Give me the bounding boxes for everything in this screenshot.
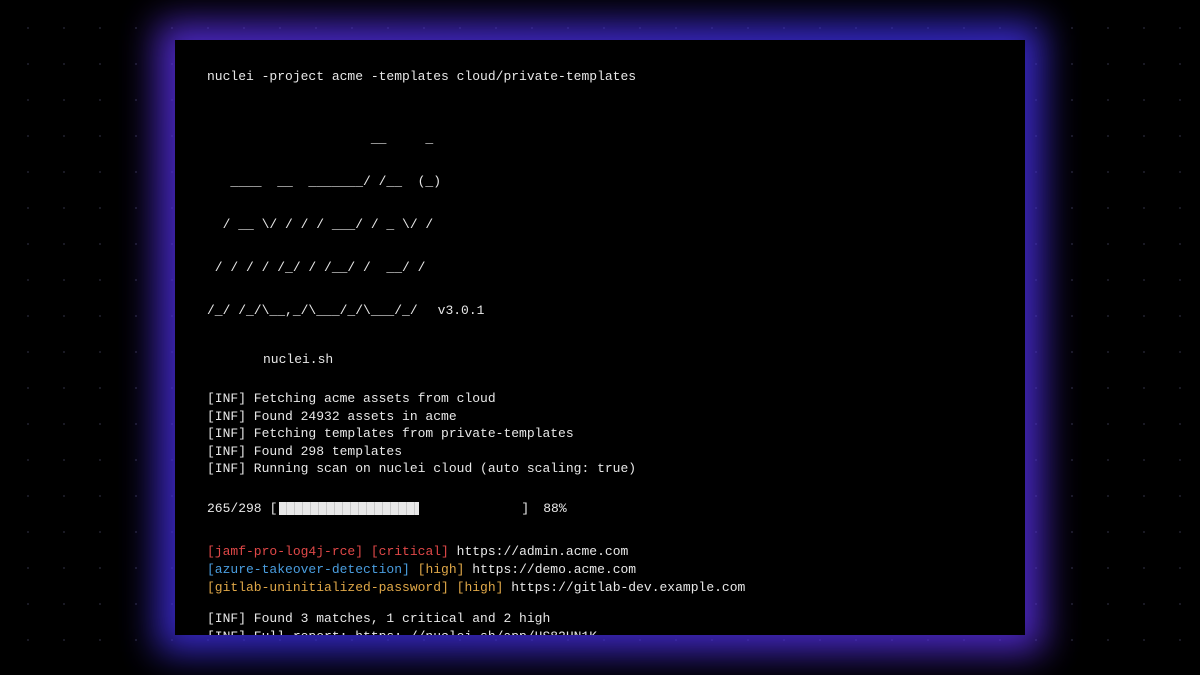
terminal-window: nuclei -project acme -templates cloud/pr…: [175, 40, 1025, 635]
finding-url: https://gitlab-dev.example.com: [511, 580, 745, 595]
progress-track: [279, 502, 519, 515]
log-block: [INF] Fetching acme assets from cloud [I…: [207, 390, 993, 478]
log-line: [INF] Fetching acme assets from cloud: [207, 390, 993, 408]
finding-line: [gitlab-uninitialized-password] [high] h…: [207, 579, 993, 597]
command-line: nuclei -project acme -templates cloud/pr…: [207, 68, 993, 86]
log-line: [INF] Found 298 templates: [207, 443, 993, 461]
ascii-line: /_/ /_/\__,_/\___/_/\___/_/: [207, 304, 418, 318]
subtitle: nuclei.sh: [207, 351, 993, 369]
ascii-line: __ _: [207, 132, 993, 146]
log-line: [INF] Running scan on nuclei cloud (auto…: [207, 460, 993, 478]
tail-line: [INF] Found 3 matches, 1 critical and 2 …: [207, 610, 993, 628]
finding-severity: [high]: [457, 580, 504, 595]
tail-block: [INF] Found 3 matches, 1 critical and 2 …: [207, 610, 993, 635]
log-line: [INF] Found 24932 assets in acme: [207, 408, 993, 426]
ascii-line: ____ __ _______/ /__ (_): [207, 175, 993, 189]
ascii-banner: __ _ ____ __ _______/ /__ (_) / __ \/ / …: [207, 104, 993, 347]
version-label: v3.0.1: [438, 304, 485, 318]
progress-bar: [ ]: [270, 500, 530, 518]
finding-template: [jamf-pro-log4j-rce]: [207, 544, 363, 559]
log-line: [INF] Fetching templates from private-te…: [207, 425, 993, 443]
finding-url: https://demo.acme.com: [472, 562, 636, 577]
terminal-body[interactable]: nuclei -project acme -templates cloud/pr…: [175, 40, 1025, 635]
finding-template: [azure-takeover-detection]: [207, 562, 410, 577]
findings-block: [jamf-pro-log4j-rce] [critical] https://…: [207, 543, 993, 596]
tail-line: [INF] Full report: https: //nuclei.sh/ap…: [207, 628, 993, 635]
bracket-close: ]: [521, 500, 529, 518]
bracket-open: [: [270, 500, 278, 518]
progress-percent: 88%: [543, 500, 566, 518]
ascii-line: / __ \/ / / / ___/ / _ \/ /: [207, 218, 993, 232]
finding-url: https://admin.acme.com: [457, 544, 629, 559]
progress-fill: [279, 502, 418, 515]
ascii-line: / / / / /_/ / /__/ / __/ /: [207, 261, 993, 275]
progress-row: 265/298 [ ] 88%: [207, 500, 993, 518]
finding-severity: [critical]: [371, 544, 449, 559]
finding-line: [jamf-pro-log4j-rce] [critical] https://…: [207, 543, 993, 561]
progress-count: 265/298: [207, 500, 262, 518]
finding-severity: [high]: [418, 562, 465, 577]
finding-template: [gitlab-uninitialized-password]: [207, 580, 449, 595]
finding-line: [azure-takeover-detection] [high] https:…: [207, 561, 993, 579]
